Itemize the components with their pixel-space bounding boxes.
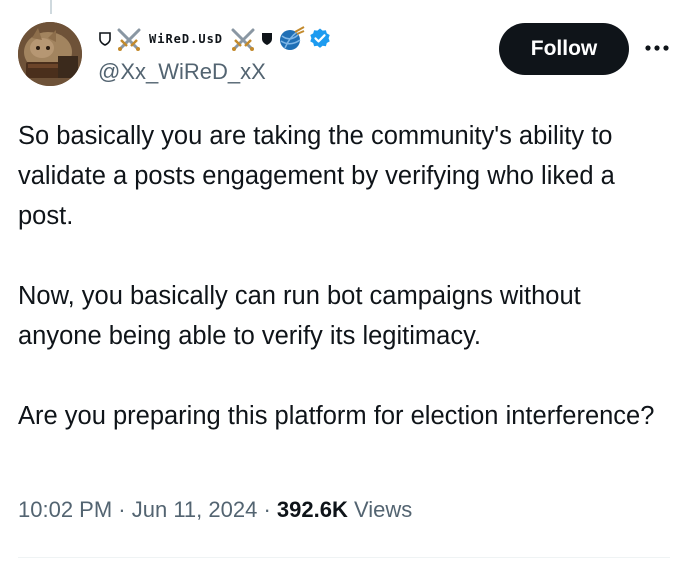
verified-badge-icon[interactable] [308, 26, 332, 52]
follow-button[interactable]: Follow [499, 23, 629, 75]
shield-filled-icon [260, 26, 274, 52]
views-label: Views [354, 497, 413, 522]
post-date[interactable]: Jun 11, 2024 [132, 497, 258, 522]
meta-separator: · [263, 497, 271, 522]
post-paragraph: Are you preparing this platform for elec… [18, 402, 655, 430]
views-count[interactable]: 392.6K [277, 497, 348, 522]
avatar[interactable] [18, 22, 82, 86]
divider [18, 557, 670, 558]
cat-avatar-image [18, 22, 82, 86]
display-name: WiReD.UsD [149, 32, 224, 46]
post-metadata: 10:02 PM · Jun 11, 2024 · 392.6K Views [18, 497, 412, 523]
author-handle[interactable]: @Xx_WiReD_xX [98, 59, 332, 85]
yarn-ball-icon [277, 26, 305, 52]
display-name-row[interactable]: WiReD.UsD [98, 24, 332, 54]
author-names: WiReD.UsD @Xx_WiReD_xX [98, 24, 332, 85]
post-paragraph: Now, you basically can run bot campaigns… [18, 282, 581, 350]
more-options-button[interactable] [642, 36, 672, 60]
more-dots-icon [645, 45, 669, 51]
thread-connector-line [50, 0, 52, 14]
crossed-swords-icon [229, 26, 257, 52]
crossed-swords-icon [115, 26, 143, 52]
post-header: WiReD.UsD @Xx_WiReD_xX Follow [18, 22, 669, 92]
meta-separator: · [118, 497, 126, 522]
shield-outline-icon [98, 26, 112, 52]
post-text: So basically you are taking the communit… [18, 116, 668, 436]
post-time[interactable]: 10:02 PM [18, 497, 112, 522]
post-paragraph: So basically you are taking the communit… [18, 122, 615, 230]
